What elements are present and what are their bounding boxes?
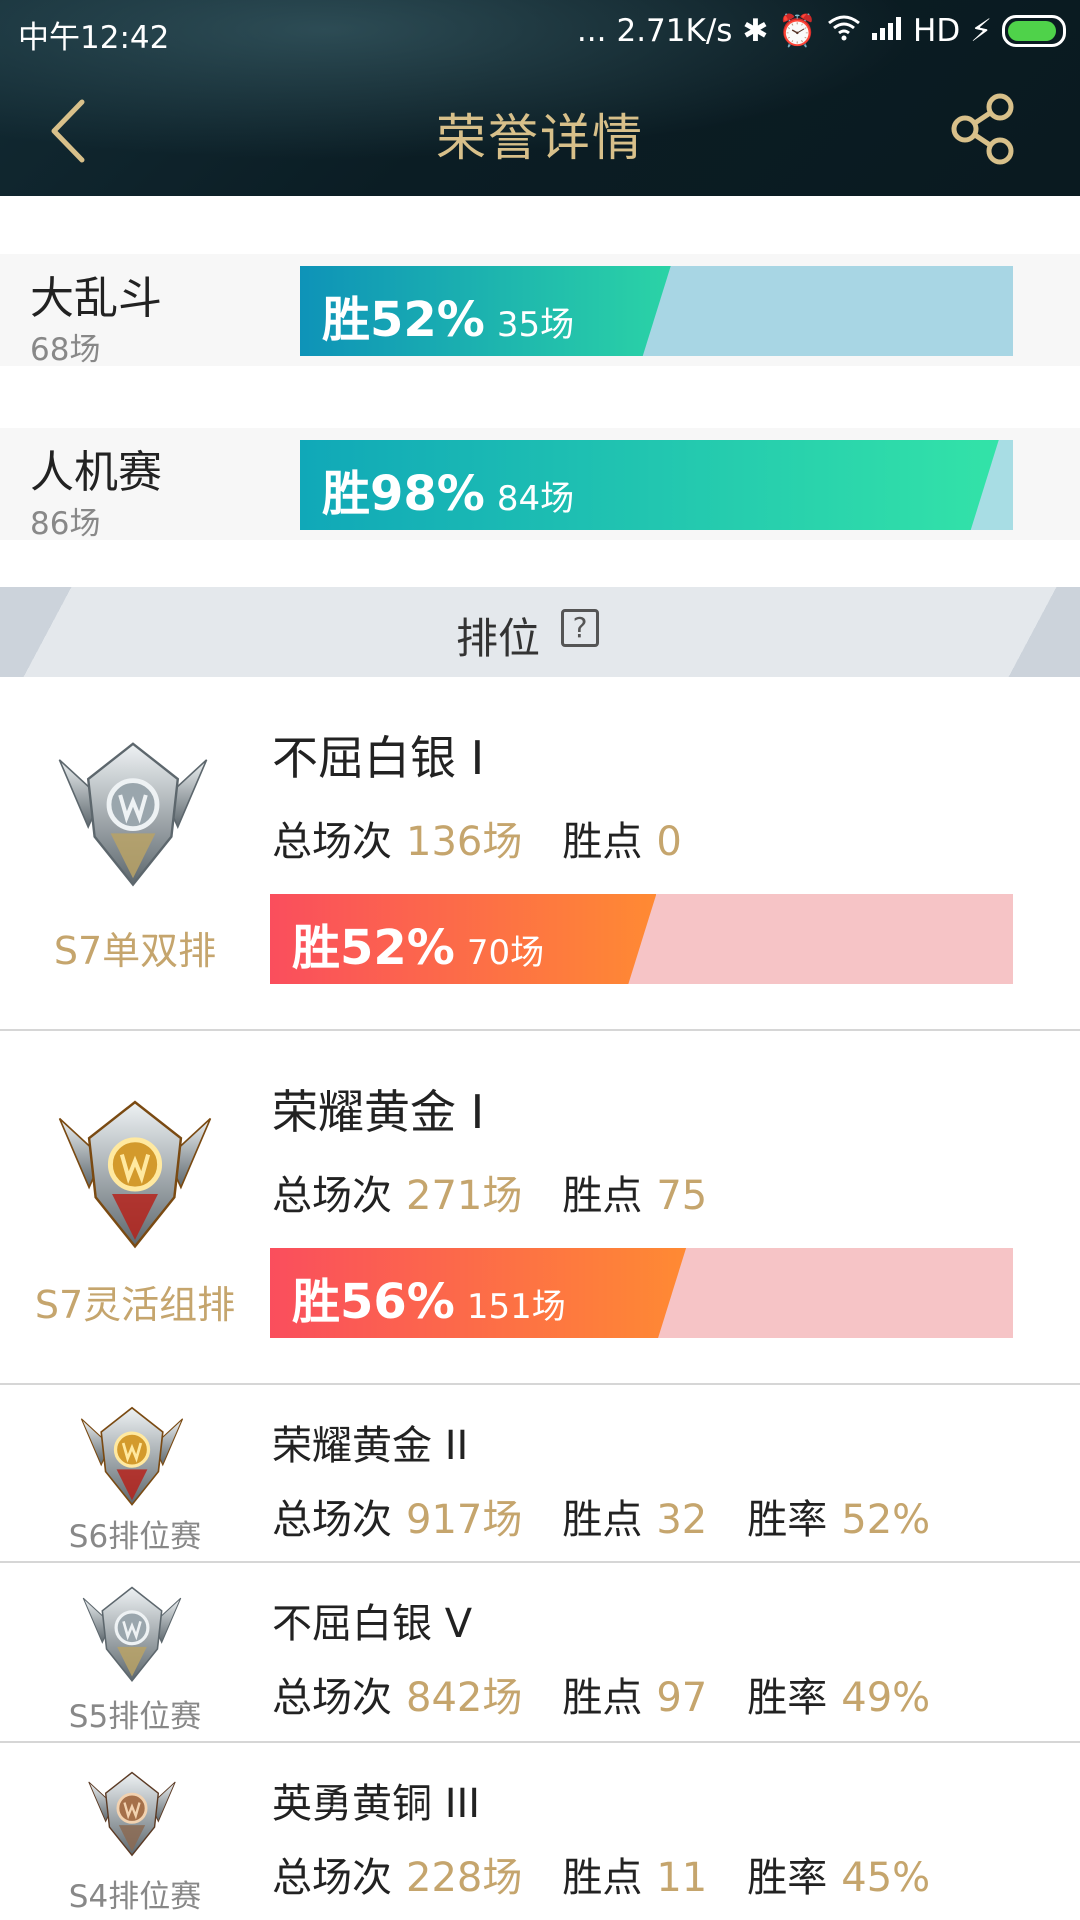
mode-count: 86场 bbox=[30, 506, 101, 542]
league-points-label: 胜点 bbox=[562, 819, 643, 865]
rank-name: 不屈白银 V bbox=[272, 1601, 473, 1647]
status-time: 中午12:42 bbox=[18, 20, 170, 56]
win-rate-text: 胜52% 35场 bbox=[322, 280, 574, 350]
total-games-label: 总场次 bbox=[272, 1855, 392, 1901]
wifi-icon bbox=[827, 13, 861, 49]
rank-entry[interactable]: S5排位赛 不屈白银 V 总场次 842场 胜点 97 胜率 49% bbox=[0, 1563, 1080, 1743]
season-label: S7灵活组排 bbox=[34, 1283, 236, 1327]
total-games-label: 总场次 bbox=[272, 819, 392, 865]
more-dots: ... bbox=[576, 12, 607, 49]
rank-stats: 总场次 228场 胜点 11 胜率 45% bbox=[272, 1845, 930, 1903]
league-points-value: 75 bbox=[656, 1173, 708, 1219]
win-rate-text: 胜52% 70场 bbox=[292, 908, 544, 978]
rank-stats: 总场次 842场 胜点 97 胜率 49% bbox=[272, 1665, 930, 1723]
season-label: S4排位赛 bbox=[68, 1879, 202, 1915]
bronze-rank-badge-icon bbox=[76, 1765, 188, 1859]
rank-entry[interactable]: S6排位赛 荣耀黄金 II 总场次 917场 胜点 32 胜率 52% bbox=[0, 1385, 1080, 1563]
league-points-value: 11 bbox=[656, 1855, 708, 1901]
league-points-label: 胜点 bbox=[562, 1855, 643, 1901]
rank-name: 荣耀黄金 II bbox=[272, 1423, 469, 1469]
league-points-value: 0 bbox=[656, 819, 682, 865]
signal-icon bbox=[871, 13, 903, 49]
help-icon[interactable]: ? bbox=[561, 609, 599, 647]
win-rate-bar: 胜52% 70场 bbox=[270, 894, 1013, 984]
league-points-label: 胜点 bbox=[562, 1497, 643, 1543]
mode-count: 68场 bbox=[30, 332, 101, 368]
total-games-label: 总场次 bbox=[272, 1675, 392, 1721]
network-speed: 2.71K/s bbox=[616, 12, 733, 49]
rank-stats: 总场次 136场 胜点 0 bbox=[272, 809, 682, 867]
bluetooth-icon: ✱ bbox=[742, 12, 769, 49]
status-icons: ... 2.71K/s ✱ ⏰ HD ⚡ bbox=[567, 12, 1066, 49]
win-count: 35场 bbox=[496, 305, 575, 345]
total-games-value: 228场 bbox=[406, 1855, 523, 1901]
silver-rank-badge-icon bbox=[48, 731, 218, 891]
win-rate-label: 胜52% bbox=[322, 292, 485, 348]
win-rate-value: 45% bbox=[841, 1855, 931, 1901]
win-rate-label: 胜52% bbox=[292, 920, 455, 976]
silver-rank-badge-icon bbox=[76, 1579, 188, 1685]
win-rate-label: 胜56% bbox=[292, 1274, 455, 1330]
mode-row-bots[interactable]: 人机赛 86场 胜98% 84场 bbox=[0, 428, 1080, 542]
season-label: S6排位赛 bbox=[68, 1519, 202, 1555]
season-label: S5排位赛 bbox=[68, 1699, 202, 1735]
total-games-value: 271场 bbox=[406, 1173, 523, 1219]
league-points-value: 32 bbox=[656, 1497, 708, 1543]
win-count: 84场 bbox=[496, 479, 575, 519]
total-games-value: 842场 bbox=[406, 1675, 523, 1721]
nav-bar: 荣誉详情 bbox=[0, 62, 1080, 196]
battery-icon bbox=[1002, 14, 1066, 47]
alarm-icon: ⏰ bbox=[778, 13, 818, 49]
mode-name: 人机赛 bbox=[30, 447, 162, 498]
win-rate-bar: 胜56% 151场 bbox=[270, 1248, 1013, 1338]
total-games-value: 136场 bbox=[406, 819, 523, 865]
page-title: 荣誉详情 bbox=[436, 109, 644, 167]
total-games-value: 917场 bbox=[406, 1497, 523, 1543]
rank-entry[interactable]: S4排位赛 英勇黄铜 III 总场次 228场 胜点 11 胜率 45% bbox=[0, 1743, 1080, 1920]
season-label: S7单双排 bbox=[53, 929, 217, 973]
win-rate-bar: 胜52% 35场 bbox=[300, 266, 1013, 356]
win-rate-text: 胜98% 84场 bbox=[322, 454, 574, 524]
status-bar: 中午12:42 ... 2.71K/s ✱ ⏰ HD ⚡ bbox=[0, 0, 1080, 62]
rank-name: 英勇黄铜 III bbox=[272, 1781, 481, 1827]
win-count: 70场 bbox=[466, 933, 545, 973]
league-points-label: 胜点 bbox=[562, 1173, 643, 1219]
league-points-value: 97 bbox=[656, 1675, 708, 1721]
charging-icon: ⚡ bbox=[970, 12, 992, 49]
win-rate-value: 49% bbox=[841, 1675, 931, 1721]
rank-entry[interactable]: S7单双排 不屈白银 I 总场次 136场 胜点 0 胜52% 70场 bbox=[0, 677, 1080, 1031]
win-rate-label: 胜率 bbox=[747, 1675, 828, 1721]
rank-entry[interactable]: S7灵活组排 荣耀黄金 I 总场次 271场 胜点 75 胜56% 151场 bbox=[0, 1031, 1080, 1385]
rank-stats: 总场次 917场 胜点 32 胜率 52% bbox=[272, 1487, 930, 1545]
mode-row-aram[interactable]: 大乱斗 68场 胜52% 35场 bbox=[0, 254, 1080, 368]
win-rate-text: 胜56% 151场 bbox=[292, 1262, 566, 1332]
section-title: 排位 bbox=[456, 614, 541, 663]
app-header: 中午12:42 ... 2.71K/s ✱ ⏰ HD ⚡ 荣誉详情 bbox=[0, 0, 1080, 196]
league-points-label: 胜点 bbox=[562, 1675, 643, 1721]
rank-name: 不屈白银 I bbox=[272, 731, 485, 785]
total-games-label: 总场次 bbox=[272, 1173, 392, 1219]
share-icon bbox=[951, 93, 1014, 165]
mode-name: 大乱斗 bbox=[30, 273, 162, 324]
win-rate-label: 胜率 bbox=[747, 1497, 828, 1543]
win-rate-label: 胜98% bbox=[322, 466, 485, 522]
total-games-label: 总场次 bbox=[272, 1497, 392, 1543]
share-button[interactable] bbox=[948, 92, 1018, 166]
win-count: 151场 bbox=[466, 1287, 566, 1327]
ranked-section-header: 排位 ? bbox=[0, 587, 1080, 677]
win-rate-bar: 胜98% 84场 bbox=[300, 440, 1013, 530]
rank-stats: 总场次 271场 胜点 75 bbox=[272, 1163, 707, 1221]
win-rate-value: 52% bbox=[841, 1497, 931, 1543]
network-type: HD bbox=[913, 12, 961, 49]
win-rate-label: 胜率 bbox=[747, 1855, 828, 1901]
rank-name: 荣耀黄金 I bbox=[272, 1085, 485, 1139]
gold-rank-badge-icon bbox=[52, 1089, 218, 1253]
gold-rank-badge-icon bbox=[76, 1399, 188, 1509]
